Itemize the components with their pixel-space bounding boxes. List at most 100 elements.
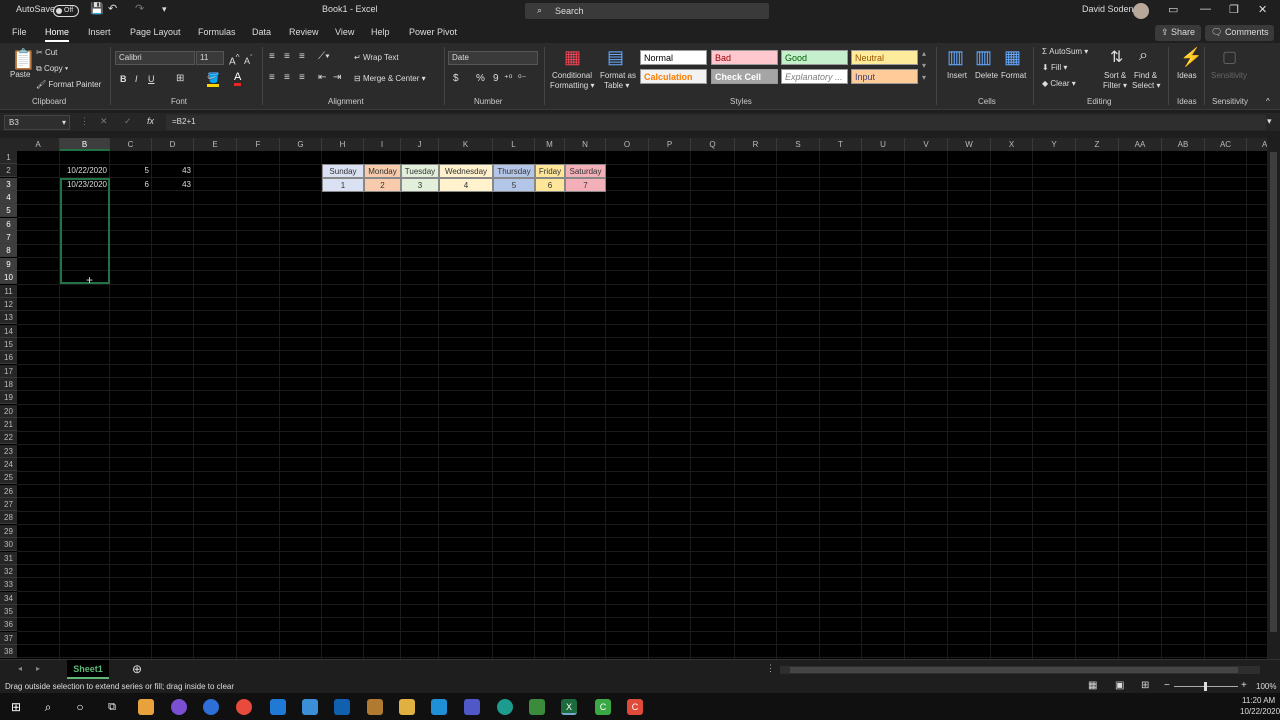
column-header-b[interactable]: B <box>60 138 110 151</box>
format-as-table-icon[interactable]: ▤ <box>607 47 624 68</box>
app-icon[interactable] <box>367 699 383 715</box>
close-icon[interactable]: ✕ <box>1258 3 1267 16</box>
column-header-k[interactable]: K <box>439 138 493 151</box>
row-header-5[interactable]: 5 <box>0 204 17 218</box>
align-right-icon[interactable]: ≡ <box>299 72 305 83</box>
cell-style-check-cell[interactable]: Check Cell <box>711 69 778 84</box>
row-header-1[interactable]: 1 <box>0 151 17 164</box>
tab-insert[interactable]: Insert <box>88 27 111 37</box>
italic-button[interactable]: I <box>135 74 138 84</box>
row-header-33[interactable]: 33 <box>0 578 17 592</box>
increase-indent-icon[interactable]: ⇥ <box>333 72 341 83</box>
tab-power-pivot[interactable]: Power Pivot <box>409 27 457 37</box>
underline-button[interactable]: U <box>148 74 155 84</box>
conditional-formatting-label2[interactable]: Formatting ▾ <box>550 81 594 90</box>
cell-d2[interactable]: 43 <box>152 164 194 177</box>
row-header-7[interactable]: 7 <box>0 231 17 245</box>
find-select-label2[interactable]: Select ▾ <box>1132 81 1160 90</box>
row-header-16[interactable]: 16 <box>0 351 17 365</box>
orientation-icon[interactable]: ⟋▾ <box>318 51 330 62</box>
column-header-u[interactable]: U <box>862 138 905 151</box>
autosum-button[interactable]: Σ AutoSum ▾ <box>1042 47 1088 56</box>
page-layout-view-icon[interactable]: ▣ <box>1115 680 1124 691</box>
row-header-8[interactable]: 8 <box>0 244 17 258</box>
customize-qat-icon[interactable]: ▾ <box>162 4 167 15</box>
day-name-cell[interactable]: Sunday <box>322 164 364 179</box>
formula-input[interactable]: =B2+1 <box>166 115 1266 130</box>
column-header-n[interactable]: N <box>565 138 606 151</box>
app-icon[interactable] <box>431 699 447 715</box>
sheet-tab-sheet1[interactable]: Sheet1 <box>67 660 109 679</box>
column-header-r[interactable]: R <box>735 138 777 151</box>
day-number-cell[interactable]: 7 <box>565 177 606 192</box>
row-header-28[interactable]: 28 <box>0 511 17 525</box>
sort-filter-label[interactable]: Sort & <box>1104 71 1126 80</box>
column-header-y[interactable]: Y <box>1033 138 1076 151</box>
app-icon[interactable] <box>529 699 545 715</box>
font-name-dropdown[interactable]: Calibri <box>115 51 195 65</box>
next-sheet-icon[interactable]: ▸ <box>36 664 40 673</box>
task-view-icon[interactable]: ⧉ <box>104 699 120 715</box>
format-painter-button[interactable]: 🖌 Format Painter <box>36 80 101 89</box>
insert-cells-icon[interactable]: ▥ <box>947 47 964 68</box>
row-header-11[interactable]: 11 <box>0 284 17 298</box>
day-number-cell[interactable]: 2 <box>364 177 401 192</box>
font-size-dropdown[interactable]: 11 <box>196 51 224 65</box>
conditional-formatting-icon[interactable]: ▦ <box>564 47 581 68</box>
comma-button[interactable]: 9 <box>493 73 499 84</box>
day-name-cell[interactable]: Thursday <box>493 164 535 179</box>
column-header-e[interactable]: E <box>194 138 237 151</box>
insert-function-icon[interactable]: fx <box>147 116 154 126</box>
row-header-20[interactable]: 20 <box>0 404 17 418</box>
copy-button[interactable]: ⧉ Copy ▾ <box>36 64 68 74</box>
app-icon[interactable]: C <box>595 699 611 715</box>
delete-cells-icon[interactable]: ▥ <box>975 47 992 68</box>
cell-style-bad[interactable]: Bad <box>711 50 778 65</box>
align-bottom-icon[interactable]: ≡ <box>299 51 305 62</box>
cell-d3[interactable]: 43 <box>152 178 194 191</box>
row-header-15[interactable]: 15 <box>0 337 17 351</box>
splitter-icon[interactable]: ⋮ <box>766 663 775 674</box>
cell-style-good[interactable]: Good <box>781 50 848 65</box>
row-header-21[interactable]: 21 <box>0 418 17 431</box>
column-header-v[interactable]: V <box>905 138 948 151</box>
vertical-scroll-thumb[interactable] <box>1270 152 1277 632</box>
row-header-22[interactable]: 22 <box>0 431 17 445</box>
column-header-i[interactable]: I <box>364 138 401 151</box>
column-header-p[interactable]: P <box>649 138 691 151</box>
day-number-cell[interactable]: 5 <box>493 177 535 192</box>
format-cells-label[interactable]: Format <box>1001 71 1026 80</box>
page-break-view-icon[interactable]: ⊞ <box>1141 680 1149 691</box>
sensitivity-label[interactable]: Sensitivity <box>1211 71 1247 80</box>
app-icon[interactable] <box>270 699 286 715</box>
fill-color-icon[interactable]: 🪣 <box>207 73 220 87</box>
align-middle-icon[interactable]: ≡ <box>284 51 290 62</box>
styles-more-icon[interactable]: ▾ <box>922 73 926 82</box>
column-header-f[interactable]: F <box>237 138 280 151</box>
zoom-in-icon[interactable]: + <box>1241 680 1247 691</box>
column-header-a[interactable]: A <box>17 138 60 151</box>
day-name-cell[interactable]: Tuesday <box>401 164 439 179</box>
sort-filter-icon[interactable]: ⇅ <box>1110 47 1123 67</box>
row-header-6[interactable]: 6 <box>0 217 17 231</box>
column-header-l[interactable]: L <box>493 138 535 151</box>
tab-file[interactable]: File <box>12 27 27 37</box>
row-header-27[interactable]: 27 <box>0 498 17 512</box>
avatar[interactable] <box>1133 3 1149 19</box>
expand-formula-icon[interactable]: ▾ <box>1267 116 1272 127</box>
sensitivity-icon[interactable]: ▢ <box>1222 47 1237 67</box>
increase-decimal-icon[interactable]: ⁺⁰ <box>504 73 512 84</box>
app-icon[interactable]: C <box>627 699 643 715</box>
row-header-29[interactable]: 29 <box>0 524 17 538</box>
worksheet-grid[interactable]: ABCDEFGHIJKLMNOPQRSTUVWXYZAAABACAD 12345… <box>0 138 1267 659</box>
column-header-c[interactable]: C <box>110 138 152 151</box>
row-header-17[interactable]: 17 <box>0 364 17 378</box>
vertical-scrollbar[interactable] <box>1267 138 1280 659</box>
app-icon[interactable] <box>203 699 219 715</box>
share-button[interactable]: ⇪ Share <box>1155 25 1202 41</box>
row-header-38[interactable]: 38 <box>0 644 17 658</box>
align-left-icon[interactable]: ≡ <box>269 72 275 83</box>
column-header-d[interactable]: D <box>152 138 194 151</box>
day-number-cell[interactable]: 6 <box>535 177 565 192</box>
ideas-label[interactable]: Ideas <box>1177 71 1197 80</box>
